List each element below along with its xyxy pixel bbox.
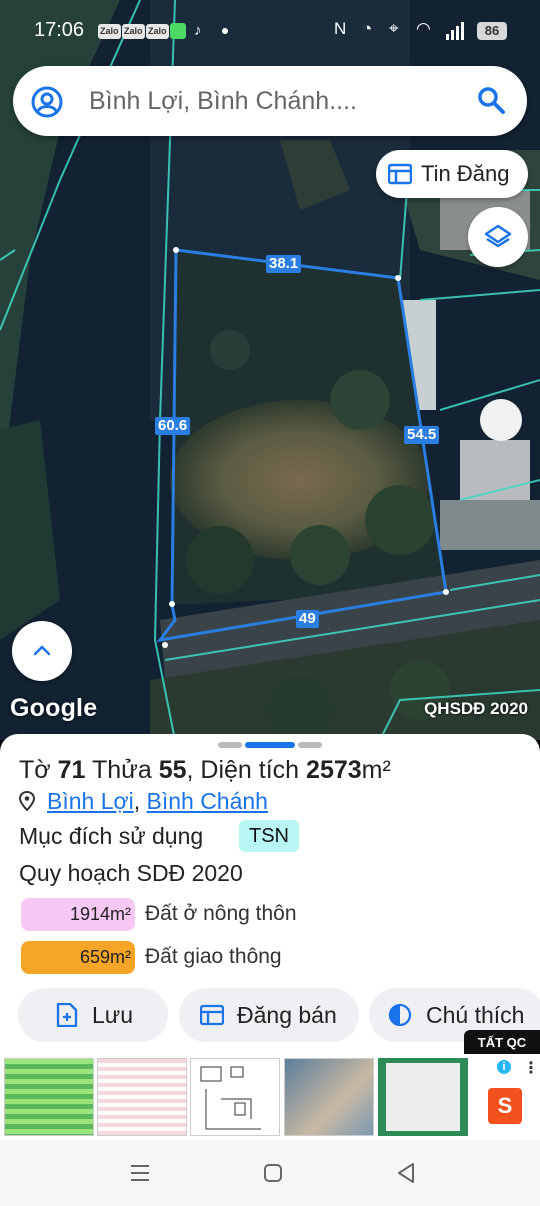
ad-info-icon[interactable]: i [497, 1060, 511, 1074]
map-layer-name: QHSDĐ 2020 [424, 699, 528, 718]
land-use-purpose-badge: TSN [239, 820, 299, 852]
listings-label: Tin Đăng [421, 161, 510, 186]
zalo-notification-icon: Zalo [146, 24, 169, 39]
dnd-icon: ◔ [362, 19, 373, 38]
battery-indicator: 86 [477, 22, 507, 40]
parcel-label: Thửa [91, 756, 152, 784]
layers-button[interactable] [468, 207, 528, 267]
post-for-sale-button[interactable]: Đăng bán [179, 988, 359, 1042]
recent-apps-icon[interactable] [130, 1164, 150, 1182]
parcel-number: 55 [158, 756, 187, 784]
location-pin-icon [19, 791, 35, 811]
wifi-icon: ◠ [416, 19, 431, 38]
ad-banner[interactable] [0, 1054, 540, 1140]
parcel-info-sheet[interactable]: Tờ 71 Thửa 55, Diện tích 2573m² Bình Lợi… [0, 734, 540, 1054]
search-input[interactable] [89, 84, 459, 118]
account-icon[interactable] [31, 86, 63, 118]
land-use-plan-title: Quy hoạch SDĐ 2020 [19, 860, 243, 886]
layers-icon [484, 224, 512, 248]
chevron-up-icon [33, 645, 51, 656]
ad-thumbnail[interactable] [4, 1058, 94, 1136]
nfc-icon: N [334, 19, 347, 38]
search-bar[interactable] [13, 66, 527, 136]
status-bar: 17:06 Zalo Zalo Zalo ♪ N ◔ ⌖ ◠ 86 [0, 0, 540, 60]
ad-more-icon[interactable]: ⋮ [523, 1058, 539, 1078]
shopee-logo[interactable]: S [488, 1088, 522, 1124]
sheet-label: Tờ [19, 756, 51, 784]
ad-thumbnail[interactable] [97, 1058, 187, 1136]
message-app-icon [170, 23, 186, 39]
hide-ads-button[interactable]: TẤT QC [464, 1030, 540, 1056]
dimension-left-label: 60.6 [155, 417, 191, 435]
zone-area-chip: 659m² [21, 941, 135, 974]
sheet-handle[interactable] [218, 742, 242, 748]
ad-thumbnail[interactable] [284, 1058, 374, 1136]
blueprint-image [200, 1066, 261, 1130]
back-icon[interactable] [396, 1162, 416, 1184]
sheet-handle-active[interactable] [245, 742, 295, 748]
listing-icon [200, 1004, 224, 1026]
post-for-sale-label: Đăng bán [237, 1002, 337, 1028]
legend-label: Chú thích [426, 1002, 525, 1028]
location-icon: ⌖ [389, 19, 399, 38]
home-icon[interactable] [263, 1163, 283, 1183]
land-use-purpose-label: Mục đích sử dụng [19, 823, 204, 849]
area-unit: m² [361, 756, 391, 784]
navigation-bar [0, 1140, 540, 1206]
dimension-bottom-label: 49 [296, 610, 319, 628]
sheet-number: 71 [57, 756, 86, 784]
more-notifications-icon [222, 28, 228, 34]
sheet-handle[interactable] [298, 742, 322, 748]
listings-button[interactable]: Tin Đăng [376, 150, 528, 198]
parcel-title: Tờ 71 Thửa 55, Diện tích 2573m² [19, 756, 391, 785]
dimension-top-label: 38.1 [266, 255, 302, 273]
zone-area-chip: 1914m² [21, 898, 135, 931]
zone-name: Đất ở nông thôn [145, 902, 297, 925]
signal-icon [446, 22, 464, 40]
zalo-notification-icon: Zalo [98, 24, 121, 39]
expand-up-button[interactable] [12, 621, 72, 681]
zalo-notification-icon: Zalo [122, 24, 145, 39]
district-link[interactable]: Bình Chánh [146, 788, 267, 814]
ad-thumbnail[interactable] [378, 1058, 468, 1136]
ward-link[interactable]: Bình Lợi [47, 788, 134, 814]
area-value: 2573 [306, 756, 362, 784]
zone-name: Đất giao thông [145, 945, 282, 968]
search-icon[interactable] [476, 85, 506, 115]
contrast-icon [388, 1003, 412, 1027]
area-label: , Diện tích [186, 756, 300, 784]
listing-icon [388, 163, 412, 185]
google-logo: Google [10, 694, 98, 722]
ad-thumbnail[interactable] [190, 1058, 280, 1136]
parcel-location: Bình Lợi, Bình Chánh [19, 788, 268, 815]
save-label: Lưu [92, 1002, 133, 1028]
dimension-right-label: 54.5 [404, 426, 440, 444]
status-time: 17:06 [34, 19, 85, 41]
map-view[interactable]: 38.1 60.6 54.5 49 17:06 Zalo Zalo Zalo ♪… [0, 0, 540, 740]
tiktok-icon: ♪ [194, 22, 202, 39]
save-button[interactable]: Lưu [18, 988, 168, 1042]
add-file-icon [56, 1003, 78, 1027]
floating-assistive-button[interactable] [480, 399, 522, 441]
